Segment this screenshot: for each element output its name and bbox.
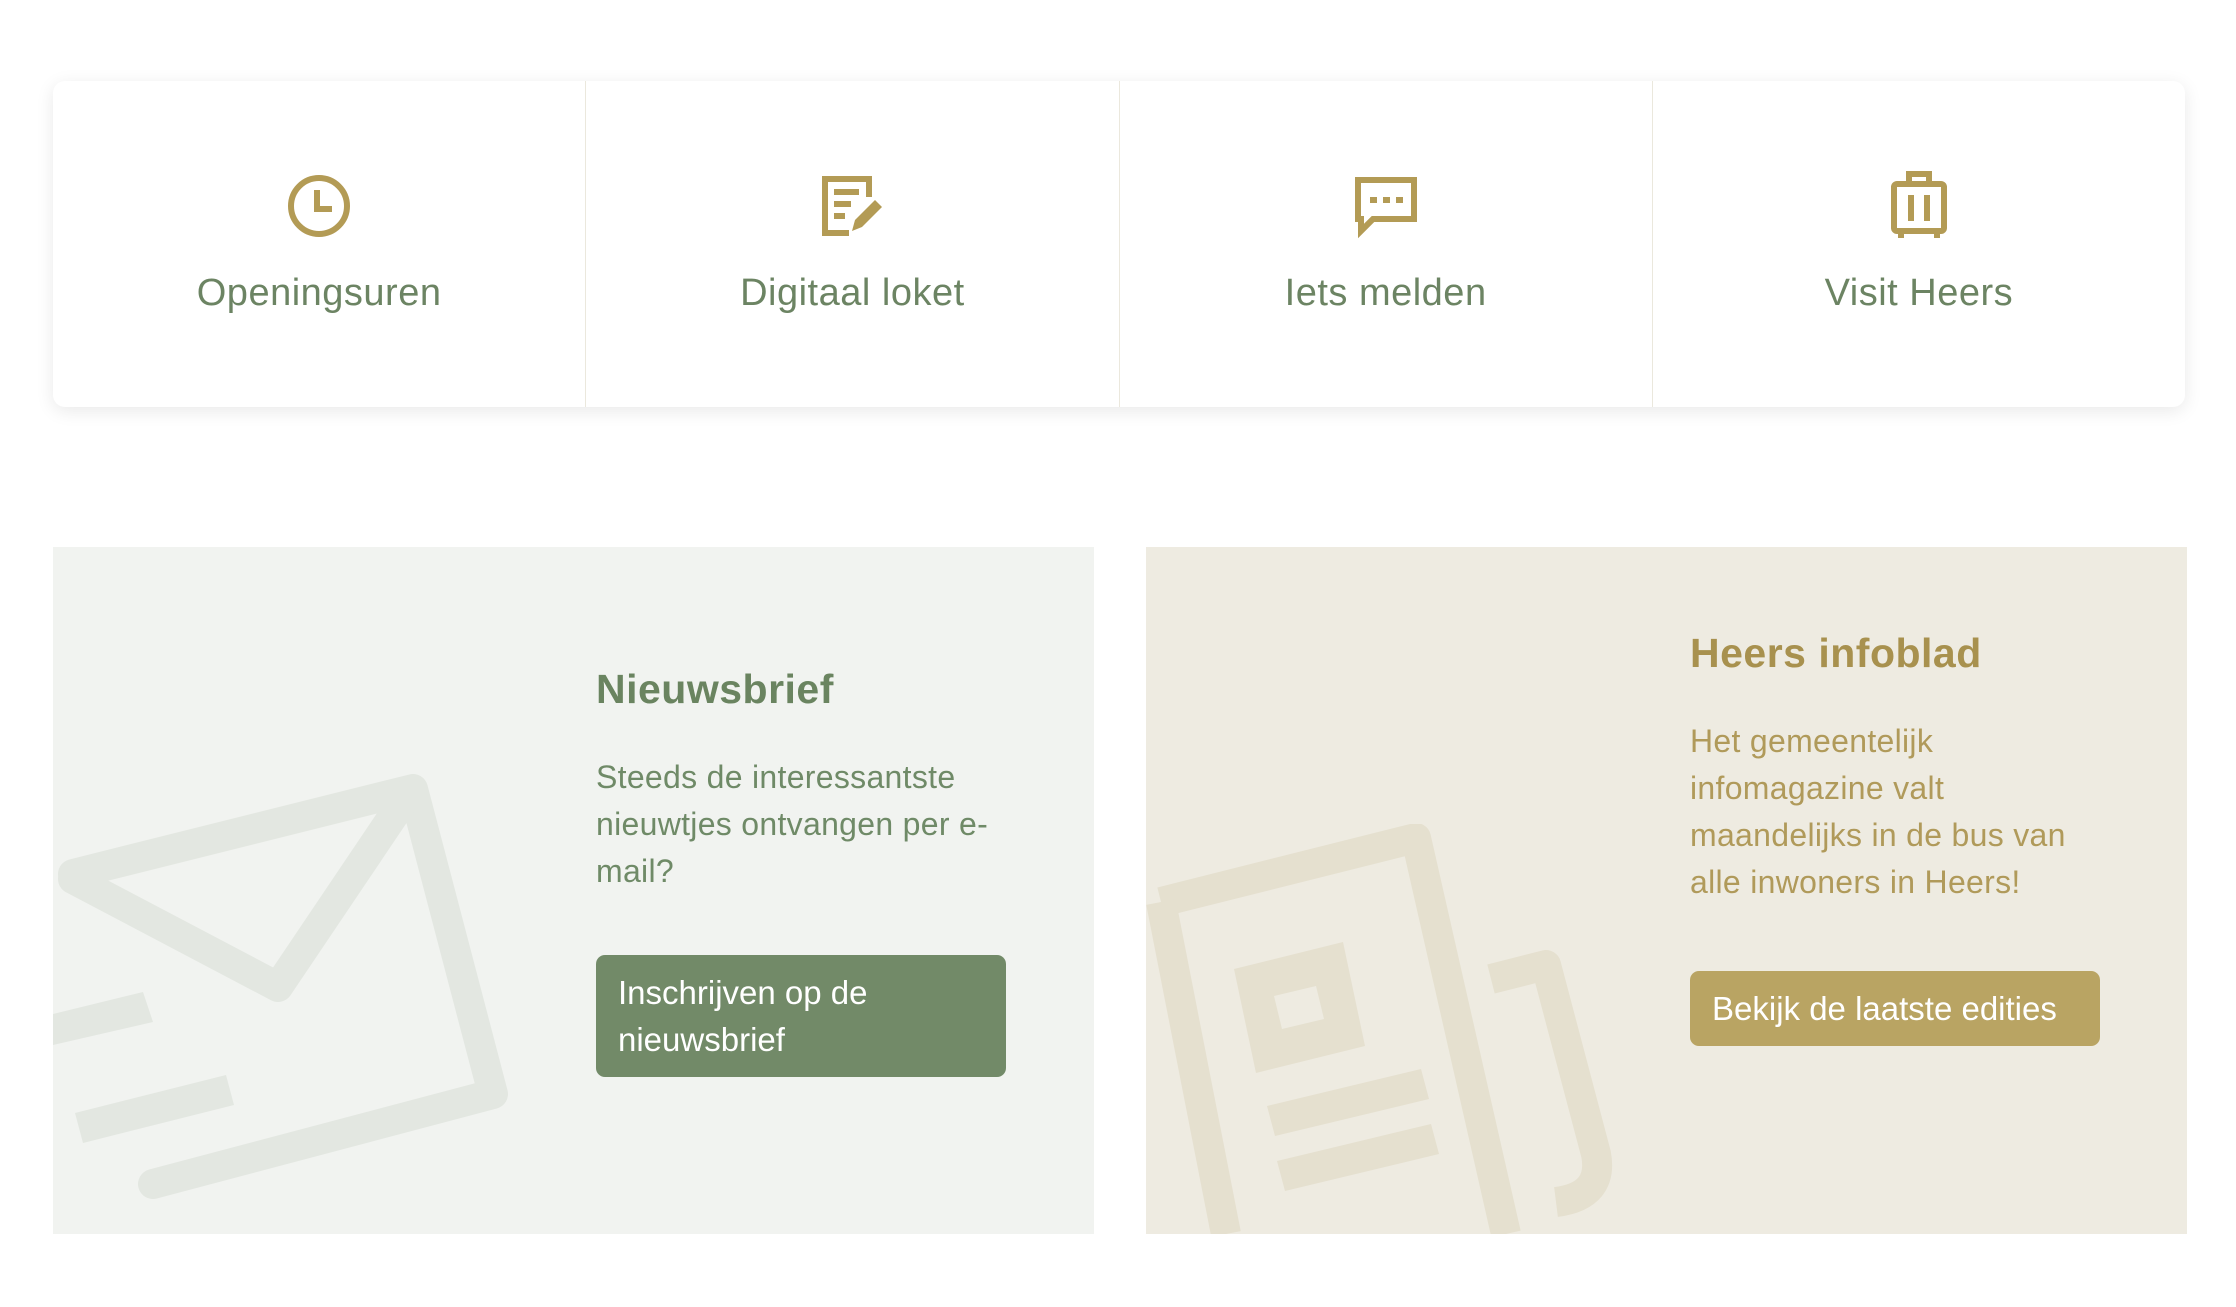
newspaper-icon — [1146, 824, 1613, 1234]
quicklinks-bar: Openingsuren Digitaal loket Iets melden — [53, 81, 2185, 407]
clock-icon — [286, 171, 352, 241]
quicklink-label: Digitaal loket — [740, 272, 965, 314]
quicklink-label: Iets melden — [1284, 272, 1487, 314]
infoblad-content: Heers infoblad Het gemeentelijk infomaga… — [1690, 630, 2110, 1046]
edit-document-icon — [819, 171, 885, 241]
envelope-icon — [53, 774, 508, 1199]
newsletter-text: Steeds de interessantste nieuwtjes ontva… — [596, 759, 989, 889]
infoblad-editions-button[interactable]: Bekijk de laatste edities — [1690, 971, 2100, 1046]
newsletter-subscribe-button[interactable]: Inschrijven op de nieuwsbrief — [596, 955, 1006, 1077]
quicklink-iets-melden[interactable]: Iets melden — [1120, 81, 1653, 407]
quicklink-digitaal-loket[interactable]: Digitaal loket — [586, 81, 1120, 407]
quicklink-label: Visit Heers — [1824, 272, 2014, 314]
newsletter-card: Nieuwsbrief Steeds de interessantste nie… — [53, 547, 1094, 1234]
infoblad-text: Het gemeentelijk infomagazine valt maand… — [1690, 723, 2066, 900]
suitcase-icon — [1889, 171, 1949, 241]
quicklink-openingsuren[interactable]: Openingsuren — [53, 81, 587, 407]
infoblad-card: Heers infoblad Het gemeentelijk infomaga… — [1146, 547, 2187, 1234]
quicklink-label: Openingsuren — [196, 272, 442, 314]
infoblad-title: Heers infoblad — [1690, 630, 1982, 676]
chat-bubble-icon — [1353, 171, 1419, 241]
quicklink-visit-heers[interactable]: Visit Heers — [1653, 81, 2185, 407]
newsletter-content: Nieuwsbrief Steeds de interessantste nie… — [596, 666, 1036, 1077]
newsletter-title: Nieuwsbrief — [596, 666, 834, 712]
